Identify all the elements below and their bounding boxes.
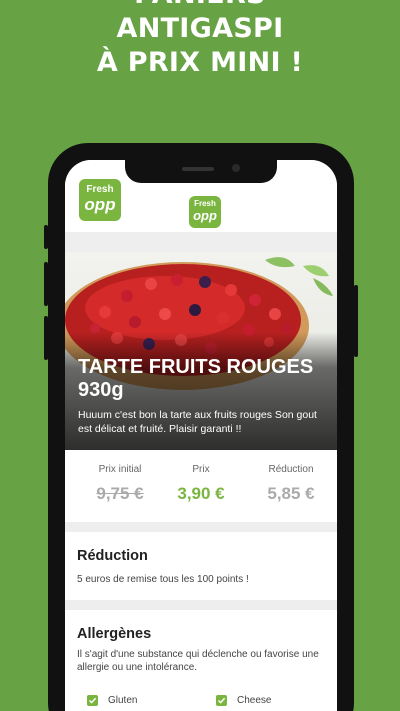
phone-speaker (182, 167, 214, 171)
reduction-column: Réduction 5,85 € (246, 464, 336, 504)
price-card: Prix initial 9,75 € Prix 3,90 € Réductio… (65, 450, 337, 522)
headline-line-1: PANIERS (0, 0, 400, 12)
initial-price-column: Prix initial 9,75 € (75, 464, 165, 504)
initial-price-value: 9,75 € (96, 484, 144, 503)
initial-price-label: Prix initial (98, 464, 142, 475)
reduction-section-text: 5 euros de remise tous les 100 points ! (77, 574, 249, 585)
price-column: Prix 3,90 € (156, 464, 246, 504)
reduction-label: Réduction (268, 464, 314, 475)
price-label: Prix (192, 464, 210, 475)
product-hero: TARTE FRUITS ROUGES 930g Huuum c'est bon… (65, 252, 337, 450)
reduction-section-title: Réduction (77, 548, 148, 564)
fresh-opp-header-logo: Fresh opp (189, 196, 221, 228)
header-logo-text-bottom: opp (193, 208, 217, 223)
allergen-cheese[interactable]: Cheese (216, 695, 271, 706)
fresh-opp-logo[interactable]: Fresh opp (79, 179, 121, 221)
allergens-section-text: Il s'agit d'une substance qui déclenche … (77, 649, 319, 673)
product-title: TARTE FRUITS ROUGES 930g (78, 356, 314, 401)
allergens-section: Allergènes Il s'agit d'une substance qui… (65, 610, 337, 711)
marketing-headline: PANIERS ANTIGASPI À PRIX MINI ! (0, 0, 400, 80)
allergen-cheese-label: Cheese (237, 695, 272, 706)
logo-text-bottom: opp (84, 195, 116, 214)
phone-camera (232, 164, 240, 172)
checkbox-checked-icon[interactable] (87, 695, 98, 706)
allergen-gluten-label: Gluten (108, 695, 138, 706)
product-description: Huuum c'est bon la tarte aux fruits roug… (78, 409, 317, 435)
allergens-section-title: Allergènes (77, 626, 152, 642)
price-value: 3,90 € (177, 484, 225, 503)
checkbox-checked-icon[interactable] (216, 695, 227, 706)
reduction-value: 5,85 € (267, 484, 315, 503)
phone-power-button (354, 285, 358, 357)
reduction-section: Réduction 5 euros de remise tous les 100… (65, 532, 337, 600)
allergen-gluten[interactable]: Gluten (87, 695, 137, 706)
headline-line-2: ANTIGASPI (116, 13, 284, 44)
headline-line-3: À PRIX MINI ! (96, 47, 304, 78)
phone-screen: Fresh opp Fresh opp TARTE FRUITS ROUGES … (65, 160, 337, 711)
